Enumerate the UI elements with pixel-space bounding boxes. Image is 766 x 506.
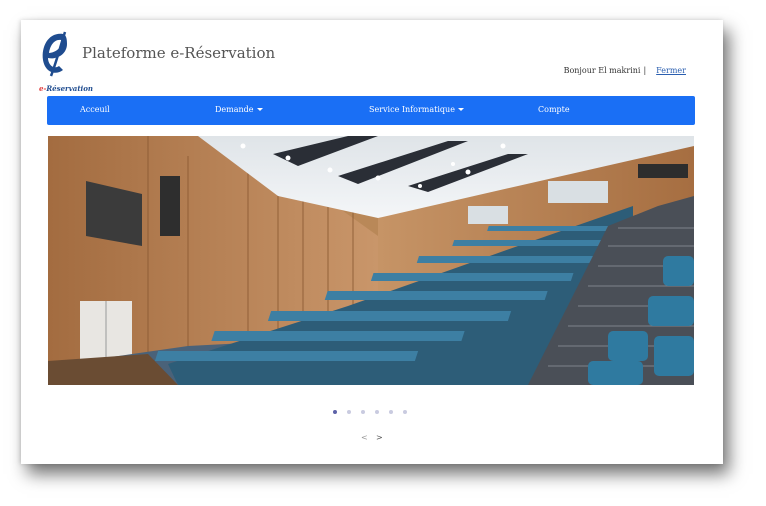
carousel-dot[interactable] xyxy=(361,410,365,414)
nav-item-acceuil[interactable]: Acceuil xyxy=(80,105,110,114)
carousel-dot[interactable] xyxy=(403,410,407,414)
carousel-slide[interactable] xyxy=(48,136,694,385)
main-navbar: Acceuil Demande Service Informatique Com… xyxy=(47,96,695,125)
carousel-next-button[interactable]: > xyxy=(376,433,383,442)
chevron-down-icon xyxy=(256,108,263,111)
carousel-dot[interactable] xyxy=(375,410,379,414)
carousel-prev-button[interactable]: < xyxy=(361,433,368,442)
page-card: e-Réservation Plateforme e-Réservation B… xyxy=(21,20,723,464)
nav-item-compte[interactable]: Compte xyxy=(538,105,570,114)
carousel-dot[interactable] xyxy=(347,410,351,414)
logout-link[interactable]: Fermer xyxy=(656,66,686,75)
separator: | xyxy=(643,66,647,75)
user-greeting: Bonjour El makrini xyxy=(563,66,641,75)
nav-item-service-informatique[interactable]: Service Informatique xyxy=(369,105,464,114)
site-title: Plateforme e-Réservation xyxy=(82,44,276,62)
user-area: Bonjour El makrini | Fermer xyxy=(564,66,686,75)
carousel-dot[interactable] xyxy=(389,410,393,414)
chevron-down-icon xyxy=(457,108,464,111)
logo-caption: e-Réservation xyxy=(39,84,93,93)
carousel-dot[interactable] xyxy=(333,410,337,414)
auditorium-image xyxy=(48,136,694,385)
nav-item-demande[interactable]: Demande xyxy=(215,105,263,114)
e-reservation-logo xyxy=(42,31,67,77)
